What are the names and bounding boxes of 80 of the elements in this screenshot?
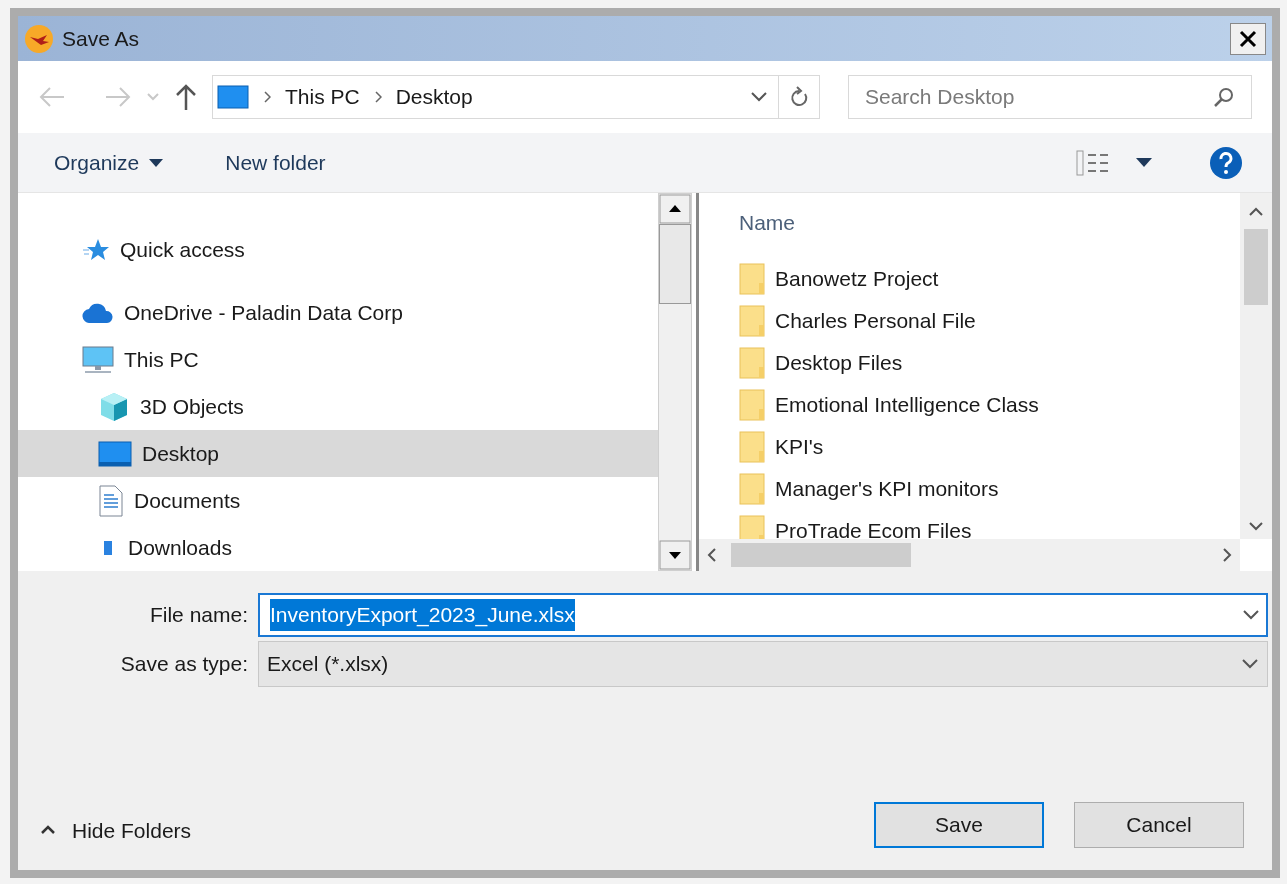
folder-icon <box>739 263 765 295</box>
file-type-dropdown[interactable]: Excel (*.xlsx) <box>258 641 1268 687</box>
help-icon[interactable] <box>1210 146 1242 179</box>
organize-button[interactable]: Organize <box>54 146 164 179</box>
folder-item[interactable]: Emotional Intelligence Class <box>739 389 1240 421</box>
desktop-icon <box>98 439 132 468</box>
folder-icon <box>739 431 765 463</box>
chevron-right-icon <box>373 91 382 103</box>
vertical-scrollbar[interactable] <box>658 193 692 571</box>
folder-icon <box>739 389 765 421</box>
folder-icon <box>739 347 765 379</box>
nav-label: Desktop <box>142 440 220 467</box>
folder-item[interactable]: KPI's <box>739 431 1240 463</box>
scroll-thumb[interactable] <box>659 224 691 304</box>
nav-item[interactable]: This PC <box>18 336 658 383</box>
column-header[interactable]: Name <box>739 207 1240 241</box>
scroll-up-icon[interactable] <box>659 194 691 224</box>
folder-icon <box>739 305 765 337</box>
chevron-down-icon <box>1241 658 1259 670</box>
desktop-icon <box>217 85 249 109</box>
hide-folders-button[interactable]: Hide Folders <box>40 814 192 846</box>
view-options-icon[interactable] <box>1076 148 1110 177</box>
nav-label: Downloads <box>128 534 232 561</box>
scroll-up-icon[interactable] <box>1248 207 1264 217</box>
chevron-up-icon <box>40 825 56 836</box>
folder-item[interactable]: Manager's KPI monitors <box>739 473 1240 505</box>
nav-label: OneDrive - Paladin Data Corp <box>124 299 403 326</box>
document-icon <box>98 484 124 517</box>
folder-item[interactable]: ProTrade Ecom Files <box>739 515 1240 539</box>
nav-label: Quick access <box>120 236 245 263</box>
breadcrumb-item[interactable]: This PC <box>285 81 360 113</box>
app-logo-icon <box>24 23 54 54</box>
field-label: Save as type: <box>119 651 249 678</box>
chevron-down-icon[interactable] <box>750 91 768 103</box>
vertical-scrollbar[interactable] <box>1240 193 1272 539</box>
file-name-field[interactable]: InventoryExport_2023_June.xlsx <box>258 593 1268 637</box>
nav-label: This PC <box>124 346 199 373</box>
field-label: File name: <box>148 602 249 629</box>
scroll-thumb[interactable] <box>1244 229 1268 305</box>
nav-item[interactable]: OneDrive - Paladin Data Corp <box>18 289 658 336</box>
dialog-button[interactable]: Save <box>874 802 1044 848</box>
breadcrumb-item[interactable]: Desktop <box>395 81 473 113</box>
cube-icon <box>98 390 130 423</box>
close-button[interactable] <box>1230 22 1266 55</box>
chevron-down-icon[interactable] <box>1242 609 1260 621</box>
up-arrow-icon[interactable] <box>174 83 198 111</box>
scroll-down-icon[interactable] <box>1248 521 1264 531</box>
nav-item[interactable]: Downloads <box>18 524 658 571</box>
cloud-icon <box>82 302 114 323</box>
folder-icon <box>739 473 765 505</box>
star-icon <box>82 237 110 262</box>
nav-label: 3D Objects <box>140 393 244 420</box>
close-icon <box>1239 29 1257 48</box>
folder-item[interactable]: Banowetz Project <box>739 263 1240 295</box>
horizontal-scrollbar[interactable] <box>699 539 1240 571</box>
nav-item[interactable]: Documents <box>18 477 658 524</box>
monitor-icon <box>82 345 114 374</box>
address-bar[interactable]: This PC Desktop <box>212 75 820 119</box>
nav-item[interactable]: 3D Objects <box>18 383 658 430</box>
window-title: Save As <box>62 25 140 52</box>
dialog-button[interactable]: Cancel <box>1074 802 1244 848</box>
file-name-text: InventoryExport_2023_June.xlsx <box>270 599 575 631</box>
nav-label: Documents <box>134 487 241 514</box>
chevron-right-icon <box>263 91 271 103</box>
search-placeholder: Search Desktop <box>865 84 1015 111</box>
scroll-right-icon[interactable] <box>1222 547 1232 563</box>
folder-item[interactable]: Desktop Files <box>739 347 1240 379</box>
refresh-icon[interactable] <box>789 86 809 108</box>
search-field[interactable]: Search Desktop <box>848 75 1252 119</box>
new-folder-button[interactable]: New folder <box>225 146 326 179</box>
scroll-down-icon[interactable] <box>659 540 691 570</box>
scroll-left-icon[interactable] <box>707 547 717 563</box>
folder-item[interactable]: Charles Personal File <box>739 305 1240 337</box>
dropdown-arrow-icon <box>149 158 164 167</box>
search-icon <box>1213 86 1235 108</box>
nav-item[interactable]: Desktop <box>18 430 658 477</box>
scroll-thumb[interactable] <box>731 543 911 567</box>
nav-item[interactable]: Quick access <box>18 226 658 273</box>
folder-icon <box>739 515 765 539</box>
dropdown-arrow-icon[interactable] <box>1136 158 1152 167</box>
